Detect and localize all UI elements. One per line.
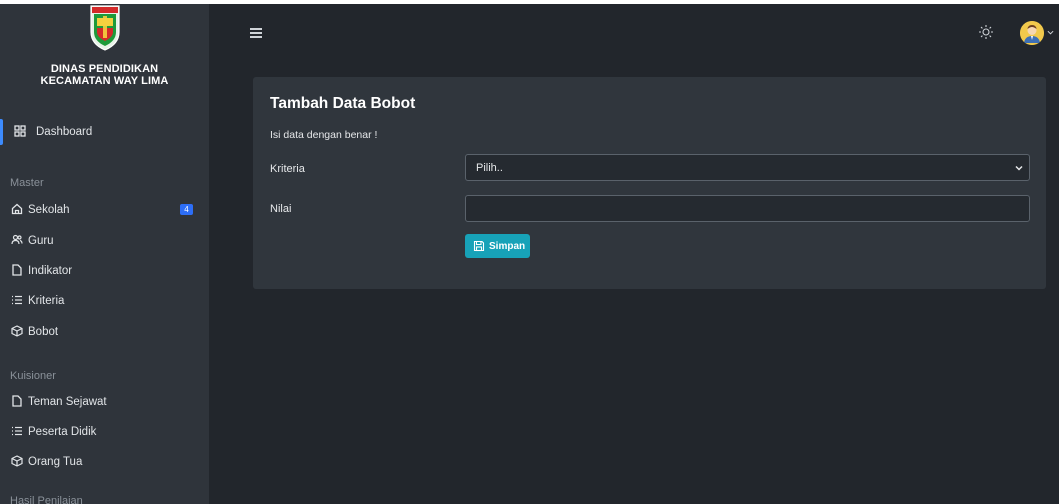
users-icon <box>11 234 23 245</box>
file-icon <box>12 395 22 407</box>
sidebar-item-dashboard[interactable]: Dashboard <box>0 117 209 147</box>
sidebar-item-teman-sejawat[interactable]: Teman Sejawat <box>0 387 209 417</box>
sidebar-item-label: Teman Sejawat <box>28 396 107 408</box>
home-icon <box>11 203 23 215</box>
sidebar: DINAS PENDIDIKAN KECAMATAN WAY LIMA Dash… <box>0 4 209 504</box>
sidebar-item-label: Kriteria <box>28 295 65 307</box>
sidebar-item-label: Guru <box>28 235 54 247</box>
form-subtitle: Isi data dengan benar ! <box>270 129 378 141</box>
kriteria-select[interactable]: Pilih.. <box>465 154 1030 181</box>
page-title: Tambah Data Bobot <box>270 95 416 112</box>
topbar <box>209 4 1059 64</box>
hamburger-icon[interactable] <box>250 28 262 38</box>
sidebar-item-label: Bobot <box>28 326 59 338</box>
sidebar-item-orang-tua[interactable]: Orang Tua <box>0 447 209 477</box>
box-icon <box>11 455 23 467</box>
file-icon <box>12 264 22 276</box>
grid-icon <box>14 125 26 137</box>
sidebar-item-guru[interactable]: Guru <box>0 226 209 256</box>
sun-icon[interactable] <box>978 24 994 40</box>
list-icon <box>12 426 22 436</box>
simpan-button[interactable]: Simpan <box>465 234 530 258</box>
brand-title-line2: KECAMATAN WAY LIMA <box>40 75 169 87</box>
section-label-master: Master <box>10 177 44 189</box>
box-icon <box>11 325 23 337</box>
sidebar-item-label: Orang Tua <box>28 456 83 468</box>
brand-title: DINAS PENDIDIKAN KECAMATAN WAY LIMA <box>41 63 169 87</box>
kriteria-label: Kriteria <box>270 163 305 175</box>
sidebar-item-kriteria[interactable]: Kriteria <box>0 286 209 316</box>
simpan-label: Simpan <box>489 240 526 252</box>
sidebar-item-sekolah[interactable]: Sekolah 4 <box>0 195 209 225</box>
count-badge: 4 <box>180 204 193 215</box>
brand: DINAS PENDIDIKAN KECAMATAN WAY LIMA <box>0 4 209 108</box>
sidebar-item-bobot[interactable]: Bobot <box>0 317 209 347</box>
section-label-kuisioner: Kuisioner <box>10 370 56 382</box>
save-icon <box>473 240 485 252</box>
form-card: Tambah Data Bobot Isi data dengan benar … <box>253 77 1046 289</box>
chevron-down-icon[interactable] <box>1047 29 1054 36</box>
kriteria-selected-value: Pilih.. <box>476 161 503 174</box>
sidebar-item-indikator[interactable]: Indikator <box>0 256 209 286</box>
section-label-hasil-penilaian: Hasil Penilaian <box>10 495 83 504</box>
sidebar-item-peserta-didik[interactable]: Peserta Didik <box>0 417 209 447</box>
user-avatar[interactable] <box>1020 21 1044 45</box>
chevron-down-icon <box>1015 165 1023 171</box>
avatar-person-icon <box>1020 21 1044 45</box>
nilai-input[interactable] <box>465 195 1030 222</box>
nilai-label: Nilai <box>270 203 292 215</box>
list-icon <box>12 295 22 305</box>
sidebar-item-label: Indikator <box>28 265 73 277</box>
logo-emblem-icon <box>89 5 120 51</box>
sidebar-item-label: Dashboard <box>36 126 93 138</box>
brand-title-line1: DINAS PENDIDIKAN <box>50 63 159 75</box>
sidebar-item-label: Sekolah <box>28 204 70 216</box>
sidebar-item-label: Peserta Didik <box>28 426 97 438</box>
